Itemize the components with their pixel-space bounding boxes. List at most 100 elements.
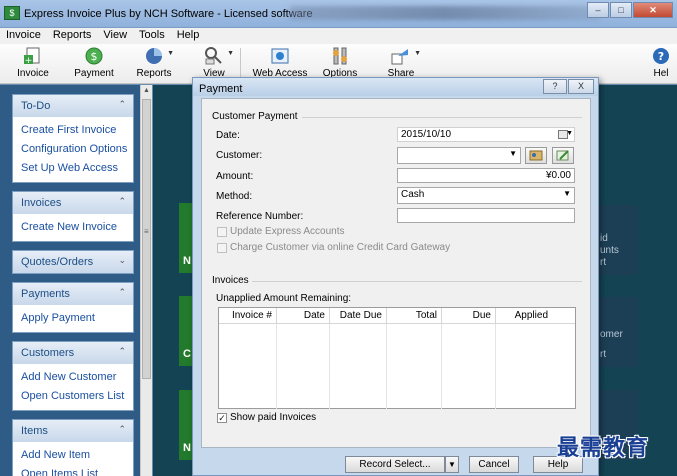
- panel-quotes-header[interactable]: Quotes/Orders ⌄: [13, 251, 133, 273]
- share-icon: ▼: [390, 46, 421, 66]
- minimize-button[interactable]: –: [587, 2, 609, 18]
- dashboard-tile[interactable]: omer rt: [598, 297, 638, 367]
- panel-customers: Customers ⌃ Add New Customer Open Custom…: [12, 341, 134, 411]
- panel-todo: To-Do ⌃ Create First Invoice Configurati…: [12, 94, 134, 183]
- link-set-up-web-access[interactable]: Set Up Web Access: [21, 159, 133, 178]
- dialog-help-button[interactable]: ?: [543, 79, 567, 94]
- toolbar-separator: [240, 48, 241, 80]
- link-open-items-list[interactable]: Open Items List: [21, 465, 133, 476]
- dialog-titlebar: Payment ? X: [193, 78, 598, 96]
- new-invoice-icon: +: [22, 46, 44, 66]
- panel-customers-header[interactable]: Customers ⌃: [13, 342, 133, 364]
- chevron-down-icon: ▼: [448, 460, 456, 469]
- toolbar-reports-button[interactable]: ▼ Reports: [134, 46, 174, 84]
- col-total[interactable]: Total: [387, 308, 442, 323]
- dashboard-tile-green[interactable]: N: [179, 390, 193, 460]
- panel-todo-header[interactable]: To-Do ⌃: [13, 95, 133, 117]
- panel-invoices-header[interactable]: Invoices ⌃: [13, 192, 133, 214]
- reference-number-label: Reference Number:: [216, 211, 304, 222]
- toolbar-payment-button[interactable]: $ Payment: [72, 46, 116, 84]
- link-apply-payment[interactable]: Apply Payment: [21, 309, 133, 328]
- record-select-dropdown-button[interactable]: ▼: [445, 456, 459, 473]
- date-label: Date:: [216, 130, 240, 141]
- window-title: Express Invoice Plus by NCH Software - L…: [24, 8, 313, 20]
- link-configuration-options[interactable]: Configuration Options: [21, 140, 133, 159]
- menu-reports[interactable]: Reports: [47, 28, 98, 44]
- invoices-table-header: Invoice # Date Date Due Total Due Applie…: [219, 308, 575, 324]
- toolbar-invoice-button[interactable]: + Invoice: [14, 46, 52, 84]
- invoices-table[interactable]: Invoice # Date Date Due Total Due Applie…: [218, 307, 576, 409]
- panel-payments-header[interactable]: Payments ⌃: [13, 283, 133, 305]
- menu-tools[interactable]: Tools: [133, 28, 171, 44]
- splitter-grip[interactable]: ≡: [144, 227, 149, 236]
- customer-dropdown[interactable]: ▼: [397, 147, 521, 164]
- dashboard-tile-green[interactable]: C: [179, 296, 193, 366]
- panel-invoices: Invoices ⌃ Create New Invoice: [12, 191, 134, 242]
- panel-payments: Payments ⌃ Apply Payment: [12, 282, 134, 333]
- reference-number-input[interactable]: [397, 208, 575, 223]
- svg-text:+: +: [25, 56, 33, 66]
- col-due[interactable]: Due: [442, 308, 496, 323]
- customer-lookup-icon: [529, 150, 543, 161]
- svg-text:$: $: [91, 50, 98, 63]
- view-icon: ▼: [203, 46, 234, 66]
- link-create-first-invoice[interactable]: Create First Invoice: [21, 121, 133, 140]
- collapse-chevron-icon[interactable]: ⌃: [118, 99, 126, 110]
- panel-quotes-orders: Quotes/Orders ⌄: [12, 250, 134, 274]
- toolbar-help-button[interactable]: ? Hel: [650, 46, 672, 84]
- payment-dialog: Payment ? X Customer Payment Date: 2015/…: [192, 77, 599, 476]
- record-select-button[interactable]: Record Select...: [345, 456, 445, 473]
- update-express-accounts-checkbox[interactable]: Update Express Accounts: [217, 226, 345, 237]
- date-field[interactable]: 2015/10/10 ▼: [397, 127, 575, 142]
- customer-edit-button[interactable]: [552, 147, 574, 164]
- dialog-footer: Record Select... ▼ Cancel Help: [201, 456, 591, 476]
- cancel-button[interactable]: Cancel: [469, 456, 519, 473]
- scrollbar-thumb[interactable]: [142, 99, 151, 379]
- menu-help[interactable]: Help: [171, 28, 206, 44]
- customer-lookup-button[interactable]: [525, 147, 547, 164]
- link-add-new-customer[interactable]: Add New Customer: [21, 368, 133, 387]
- help-icon: ?: [650, 46, 672, 66]
- collapse-chevron-icon[interactable]: ⌃: [118, 287, 126, 298]
- col-invoice-number[interactable]: Invoice #: [219, 308, 277, 323]
- invoices-table-body: [219, 324, 496, 409]
- collapse-chevron-icon[interactable]: ⌃: [118, 346, 126, 357]
- method-dropdown[interactable]: Cash ▼: [397, 187, 575, 204]
- col-date[interactable]: Date: [277, 308, 330, 323]
- link-open-customers-list[interactable]: Open Customers List: [21, 387, 133, 406]
- payment-icon: $: [83, 46, 105, 66]
- dialog-client-area: Customer Payment Date: 2015/10/10 ▼ Cust…: [201, 98, 591, 448]
- panel-items-header[interactable]: Items ⌃: [13, 420, 133, 442]
- dashboard-tile[interactable]: id unts rt: [598, 205, 638, 275]
- chevron-down-icon: ▼: [563, 189, 571, 198]
- dashboard-tile-green[interactable]: N: [179, 203, 193, 273]
- col-date-due[interactable]: Date Due: [330, 308, 387, 323]
- close-window-button[interactable]: ✕: [633, 2, 673, 18]
- options-icon: [329, 46, 351, 66]
- panel-items: Items ⌃ Add New Item Open Items List: [12, 419, 134, 476]
- unapplied-amount-label: Unapplied Amount Remaining:: [216, 293, 352, 304]
- link-add-new-item[interactable]: Add New Item: [21, 446, 133, 465]
- method-label: Method:: [216, 191, 253, 202]
- menu-view[interactable]: View: [97, 28, 133, 44]
- app-icon: $: [4, 6, 20, 20]
- sidebar-scrollbar[interactable]: ▲: [140, 85, 152, 476]
- show-paid-invoices-checkbox[interactable]: ✓ Show paid Invoices: [217, 412, 316, 423]
- chevron-down-icon[interactable]: ▼: [566, 130, 573, 137]
- amount-input[interactable]: ¥0.00: [397, 168, 575, 183]
- charge-credit-card-checkbox[interactable]: Charge Customer via online Credit Card G…: [217, 242, 450, 253]
- scroll-up-arrow-icon[interactable]: ▲: [143, 87, 150, 94]
- group-divider: [252, 281, 582, 282]
- dialog-title: Payment: [199, 83, 243, 95]
- col-applied[interactable]: Applied: [496, 308, 552, 323]
- collapse-chevron-icon[interactable]: ⌃: [118, 196, 126, 207]
- amount-label: Amount:: [216, 171, 254, 182]
- blurred-titlebar-region: [290, 6, 600, 20]
- dialog-close-button[interactable]: X: [568, 79, 594, 94]
- chevron-down-icon: ▼: [509, 149, 517, 158]
- menu-invoice[interactable]: Invoice: [0, 28, 47, 44]
- link-create-new-invoice[interactable]: Create New Invoice: [21, 218, 133, 237]
- maximize-button[interactable]: □: [610, 2, 632, 18]
- expand-chevron-icon[interactable]: ⌄: [118, 255, 126, 266]
- collapse-chevron-icon[interactable]: ⌃: [118, 424, 126, 435]
